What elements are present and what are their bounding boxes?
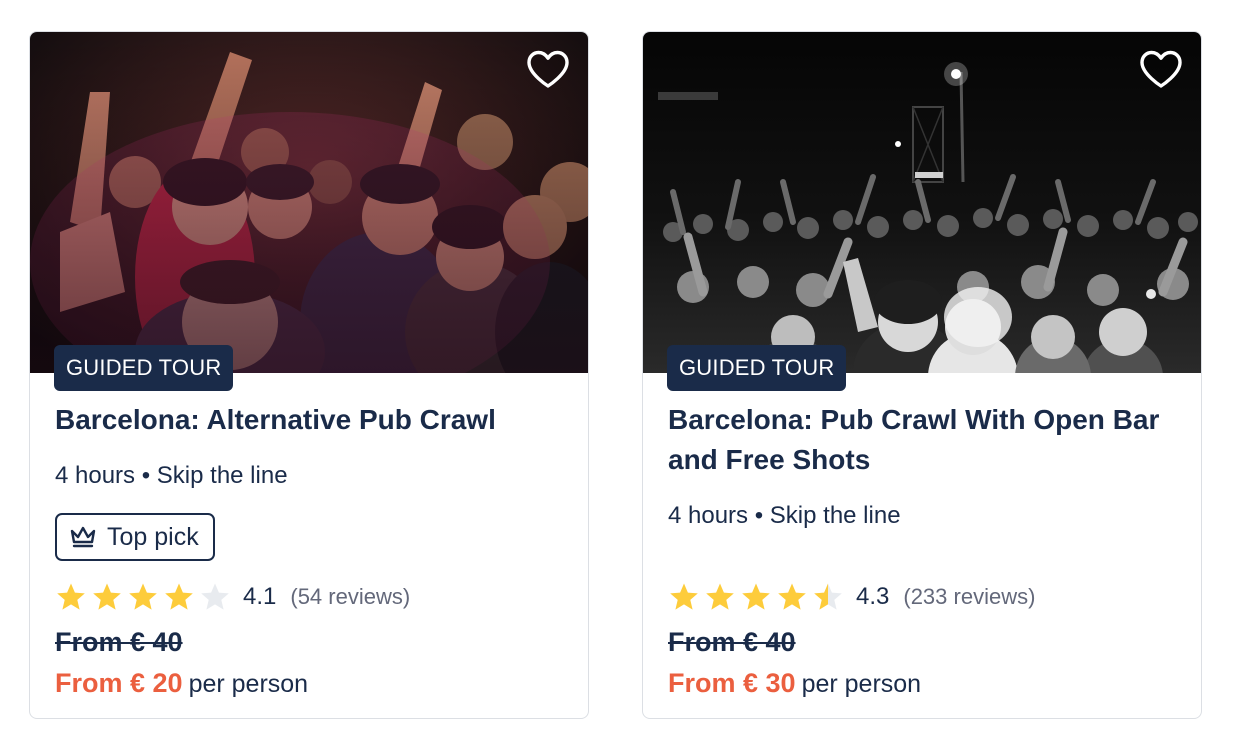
price-unit: per person — [188, 670, 309, 698]
guided-tour-badge: GUIDED TOUR — [54, 345, 234, 391]
star-icon — [670, 583, 698, 610]
activity-meta: 4 hours • Skip the line — [668, 502, 901, 529]
review-count[interactable]: (233 reviews) — [903, 584, 1035, 610]
original-price: From € 40 — [55, 627, 183, 657]
star-icon — [165, 583, 193, 610]
rating-score: 4.1 — [243, 583, 277, 610]
activity-card[interactable]: GUIDED TOUR Barcelona: Alternative Pub C… — [29, 31, 589, 719]
activity-meta: 4 hours • Skip the line — [55, 462, 288, 489]
top-pick-badge: Top pick — [55, 513, 215, 561]
heart-outline-icon[interactable] — [1137, 46, 1185, 94]
price-unit: per person — [801, 670, 922, 698]
star-rating — [668, 581, 844, 613]
activity-photo[interactable] — [643, 32, 1201, 373]
sale-price: From € 30 — [668, 668, 796, 698]
star-icon — [814, 583, 842, 610]
review-count[interactable]: (54 reviews) — [290, 584, 410, 610]
activity-photo[interactable] — [30, 32, 588, 373]
current-price: From € 20 per person — [55, 666, 308, 701]
star-icon — [778, 583, 806, 610]
star-icon — [201, 583, 229, 610]
photo-crowd-color — [30, 32, 588, 373]
star-icon — [706, 583, 734, 610]
sale-price: From € 20 — [55, 668, 183, 698]
star-icon — [93, 583, 121, 610]
rating: 4.3 (233 reviews) — [668, 580, 1035, 614]
crown-icon — [70, 526, 96, 548]
current-price: From € 30 per person — [668, 666, 921, 701]
star-icon — [129, 583, 157, 610]
star-rating — [55, 581, 231, 613]
top-pick-label: Top pick — [107, 522, 199, 551]
original-price: From € 40 — [668, 627, 796, 657]
activity-grid: GUIDED TOUR Barcelona: Alternative Pub C… — [0, 0, 1236, 750]
guided-tour-badge: GUIDED TOUR — [667, 345, 847, 391]
activity-card[interactable]: GUIDED TOUR Barcelona: Pub Crawl With Op… — [642, 31, 1202, 719]
star-icon — [742, 583, 770, 610]
activity-title[interactable]: Barcelona: Pub Crawl With Open Bar and F… — [668, 400, 1178, 480]
rating-score: 4.3 — [856, 583, 890, 610]
activity-title[interactable]: Barcelona: Alternative Pub Crawl — [55, 400, 565, 440]
star-icon — [57, 583, 85, 610]
rating: 4.1 (54 reviews) — [55, 580, 410, 614]
photo-crowd-bw — [643, 32, 1201, 373]
heart-outline-icon[interactable] — [524, 46, 572, 94]
